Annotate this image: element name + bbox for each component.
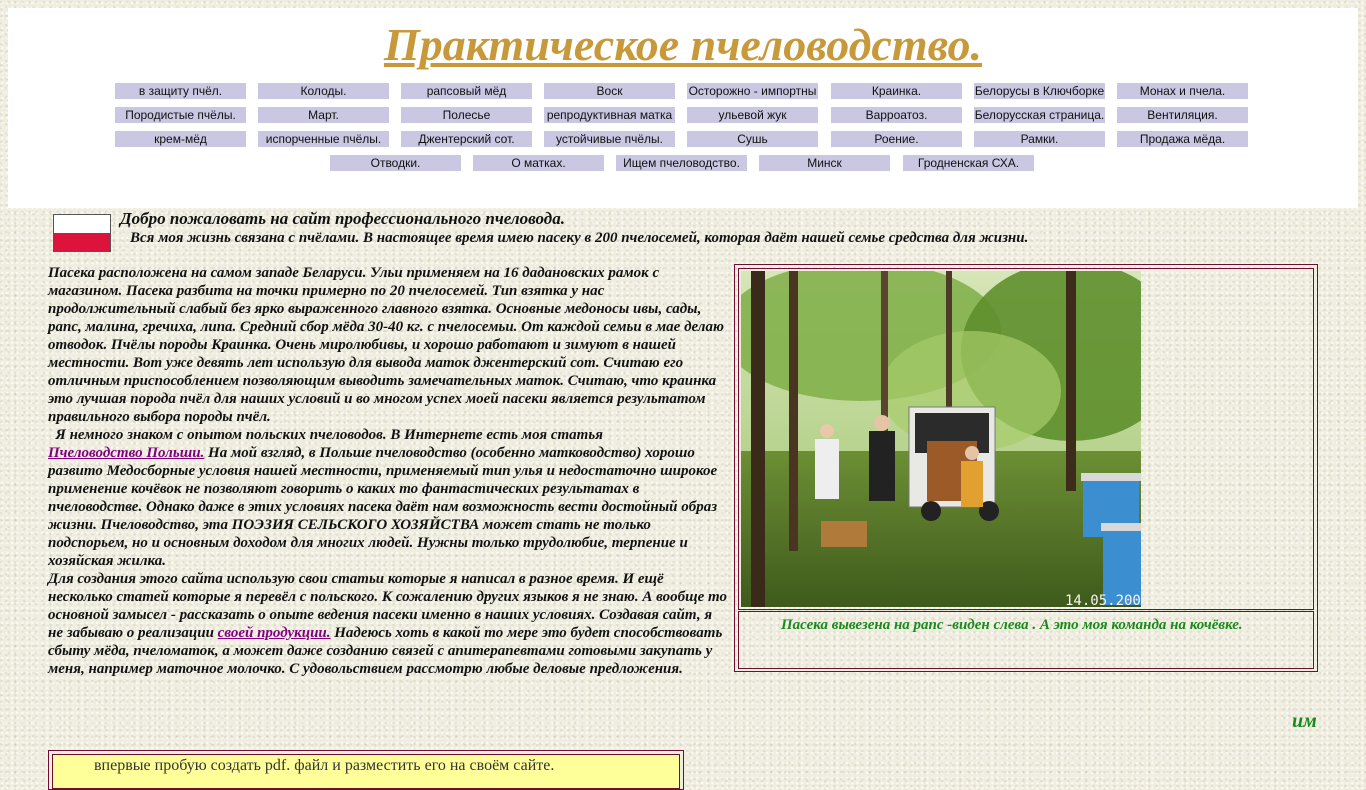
nav-mart[interactable]: Март. xyxy=(258,107,389,123)
nav-monakh-i-pchela[interactable]: Монах и пчела. xyxy=(1117,83,1248,99)
caption-frame: Пасека вывезена на рапс -виден слева . А… xyxy=(738,611,1314,669)
paragraph-2-rest: На мой взгляд, в Польше пчеловодство (ос… xyxy=(48,445,718,569)
nav-porodistye-pchely[interactable]: Породистые пчёлы. xyxy=(115,107,246,123)
nav-belorusy-v-klyuchborke[interactable]: Белорусы в Ключборке xyxy=(974,83,1105,99)
photo-caption: Пасека вывезена на рапс -виден слева . А… xyxy=(781,617,1243,633)
welcome-heading: Добро пожаловать на сайт профессионально… xyxy=(120,209,565,228)
site-title[interactable]: Практическое пчеловодство. xyxy=(8,16,1358,74)
poland-flag-icon xyxy=(53,214,111,252)
nav-isporchennye-pchely[interactable]: испорченные пчёлы. xyxy=(258,131,389,147)
nav-ostorozhno-importnye[interactable]: Осторожно - импортны xyxy=(687,83,818,99)
pdf-note-text: впервые пробую создать pdf. файл и разме… xyxy=(94,757,555,774)
nav-otvodki[interactable]: Отводки. xyxy=(330,155,461,171)
nav-minsk[interactable]: Минск xyxy=(759,155,890,171)
nav-sush[interactable]: Сушь xyxy=(687,131,818,147)
nav-roenie[interactable]: Роение. xyxy=(831,131,962,147)
nav-polesye[interactable]: Полесье xyxy=(401,107,532,123)
nav-reproduktivnaya-matka[interactable]: репродуктивная матка xyxy=(544,107,675,123)
pdf-note-box: впервые пробую создать pdf. файл и разме… xyxy=(48,750,684,790)
nav-krainka[interactable]: Краинка. xyxy=(831,83,962,99)
apiary-photo: 14.05.2007 xyxy=(741,271,1141,607)
nav-vosk[interactable]: Воск xyxy=(544,83,675,99)
paragraph-1: Пасека расположена на самом западе Белар… xyxy=(48,265,724,425)
author-signature: им xyxy=(1292,710,1317,732)
nav-dzhenterskij-sot[interactable]: Джентерский сот. xyxy=(401,131,532,147)
nav-rapsovyj-med[interactable]: рапсовый мёд xyxy=(401,83,532,99)
nav-o-matkakh[interactable]: О матках. xyxy=(473,155,604,171)
nav-grodnenskaya-skha[interactable]: Гродненская СХА. xyxy=(903,155,1034,171)
nav-varroatoz[interactable]: Варроатоз. xyxy=(831,107,962,123)
link-pchelovodstvo-polshi[interactable]: Пчеловодство Польши. xyxy=(48,445,204,461)
pdf-note-inner: впервые пробую создать pdf. файл и разме… xyxy=(52,754,680,789)
nav-ulevoj-zhuk[interactable]: ульевой жук xyxy=(687,107,818,123)
nav-kolody[interactable]: Колоды. xyxy=(258,83,389,99)
nav-ramki[interactable]: Рамки. xyxy=(974,131,1105,147)
photo-date-stamp: 14.05.2007 xyxy=(1065,593,1141,607)
nav-krem-med[interactable]: крем-мёд xyxy=(115,131,246,147)
photo-panel: 14.05.2007 Пасека вывезена на рапс -виде… xyxy=(734,264,1318,672)
nav-ventilyaciya[interactable]: Вентиляция. xyxy=(1117,107,1248,123)
main-article: Пасека расположена на самом западе Белар… xyxy=(48,264,728,678)
photo-frame: 14.05.2007 xyxy=(738,268,1314,610)
nav-prodazha-meda[interactable]: Продажа мёда. xyxy=(1117,131,1248,147)
welcome-intro: Вся моя жизнь связана с пчёлами. В насто… xyxy=(130,230,1029,246)
link-svoej-produkcii[interactable]: своей продукции. xyxy=(218,625,331,641)
nav-ustojchivye-pchely[interactable]: устойчивые пчёлы. xyxy=(544,131,675,147)
paragraph-2-start: Я немного знаком с опытом польских пчело… xyxy=(55,427,603,443)
site-header: Практическое пчеловодство. в защиту пчёл… xyxy=(8,8,1358,208)
nav-ishchem-pchelovodstvo[interactable]: Ищем пчеловодство. xyxy=(616,155,747,171)
nav-belorusskaya-stranica[interactable]: Белорусская страница. xyxy=(974,107,1105,123)
nav-v-zashchitu-pchel[interactable]: в защиту пчёл. xyxy=(115,83,246,99)
